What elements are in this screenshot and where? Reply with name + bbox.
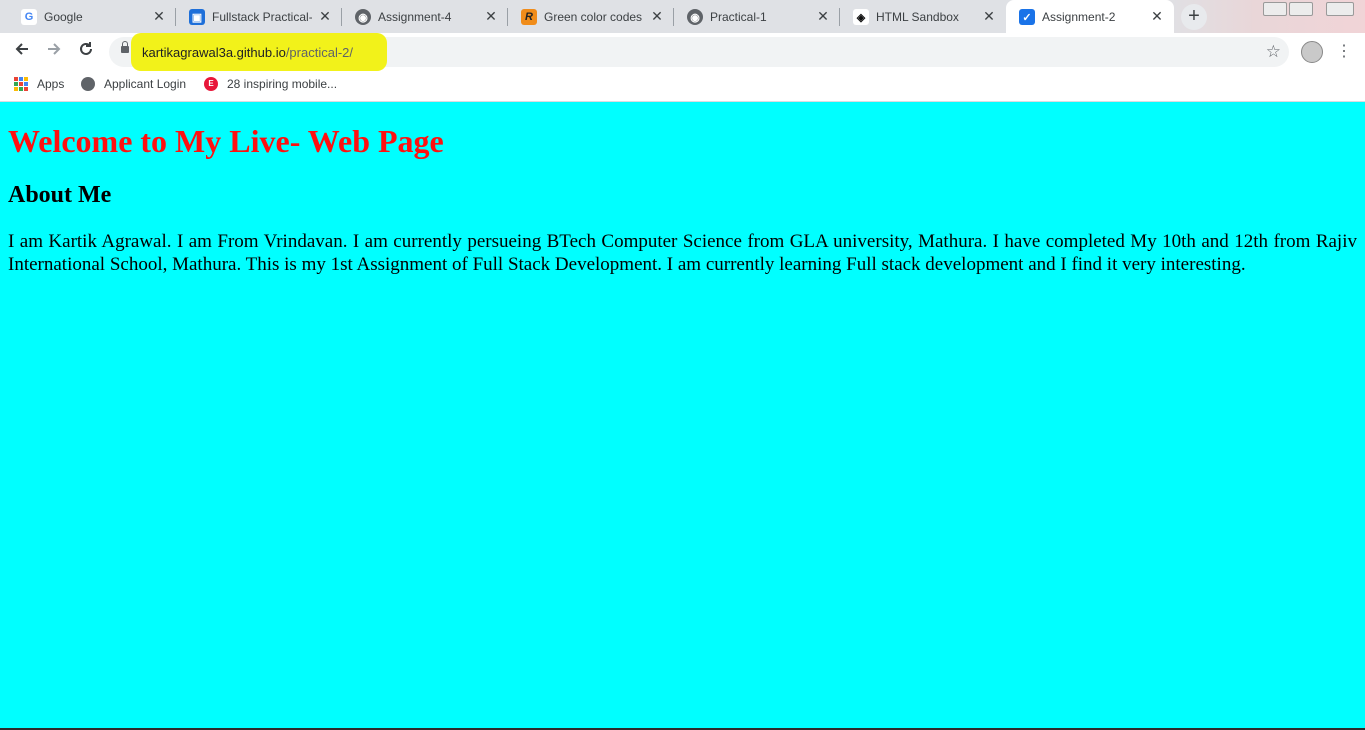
restore-button[interactable] — [1289, 2, 1313, 16]
classroom-icon: ▣ — [189, 9, 205, 25]
tab-title: Assignment-4 — [378, 10, 452, 24]
close-icon[interactable]: ✕ — [151, 8, 167, 24]
close-icon[interactable]: ✕ — [1149, 8, 1165, 24]
url-path: /practical-2/ — [285, 45, 354, 60]
globe-icon: ◉ — [355, 9, 371, 25]
close-window-button[interactable] — [1326, 2, 1354, 16]
web-page-content: Welcome to My Live- Web Page About Me I … — [0, 102, 1365, 728]
tab-title: Practical-1 — [710, 10, 767, 24]
bookmark-applicant-login[interactable]: Applicant Login — [81, 77, 186, 91]
globe-icon — [81, 77, 95, 91]
new-tab-button[interactable]: + — [1181, 4, 1207, 30]
close-icon[interactable]: ✕ — [815, 8, 831, 24]
minimize-button[interactable] — [1263, 2, 1287, 16]
e-logo-icon: E — [204, 77, 218, 91]
tab-practical-1[interactable]: ◉ Practical-1 ✕ — [674, 0, 840, 33]
google-icon: G — [21, 9, 37, 25]
close-icon[interactable]: ✕ — [483, 8, 499, 24]
forward-button[interactable] — [41, 39, 67, 65]
address-bar[interactable]: kartikagrawal3a.github.io/practical-2/ ☆ — [109, 33, 1289, 71]
page-subheading: About Me — [8, 182, 112, 208]
codepen-icon: ◈ — [853, 9, 869, 25]
page-icon: ✓ — [1019, 9, 1035, 25]
reload-button[interactable] — [73, 39, 99, 65]
reload-icon — [80, 42, 92, 55]
lock-icon[interactable] — [121, 41, 129, 53]
bookmark-label: Applicant Login — [104, 77, 187, 91]
close-icon[interactable]: ✕ — [981, 8, 997, 24]
toolbar: kartikagrawal3a.github.io/practical-2/ ☆… — [0, 33, 1365, 71]
url-text[interactable]: kartikagrawal3a.github.io/practical-2/ — [142, 45, 353, 60]
bookmark-label: Apps — [37, 77, 65, 91]
tab-assignment-2[interactable]: ✓ Assignment-2 ✕ — [1006, 0, 1174, 33]
bookmark-28-inspiring-mobile[interactable]: E 28 inspiring mobile... — [204, 77, 337, 91]
tab-title: Fullstack Practical-4 — [212, 10, 312, 24]
globe-icon: ◉ — [687, 9, 703, 25]
tab-html-sandbox[interactable]: ◈ HTML Sandbox ✕ — [840, 0, 1006, 33]
arrow-left-icon — [15, 43, 28, 55]
tab-title: Green color codes — [544, 10, 643, 24]
close-icon[interactable]: ✕ — [649, 8, 665, 24]
tab-green-color-codes[interactable]: R Green color codes ✕ — [508, 0, 674, 33]
r-logo-icon: R — [521, 9, 537, 25]
apps-grid-icon — [14, 77, 28, 91]
bookmark-star-icon[interactable]: ☆ — [1266, 42, 1281, 62]
page-heading: Welcome to My Live- Web Page — [8, 123, 444, 159]
tab-title: Google — [44, 10, 83, 24]
bookmark-label: 28 inspiring mobile... — [227, 77, 338, 91]
tab-assignment-4[interactable]: ◉ Assignment-4 ✕ — [342, 0, 508, 33]
tab-strip: G Google ✕ ▣ Fullstack Practical-4 ✕ ◉ A… — [0, 0, 1365, 33]
back-button[interactable] — [9, 39, 35, 65]
tab-title: HTML Sandbox — [876, 10, 959, 24]
about-paragraph: I am Kartik Agrawal. I am From Vrindavan… — [8, 231, 1357, 275]
profile-avatar[interactable] — [1301, 41, 1323, 63]
arrow-right-icon — [48, 43, 61, 55]
tab-title: Assignment-2 — [1042, 10, 1116, 24]
more-menu-icon[interactable]: ⋮ — [1336, 41, 1352, 63]
tab-google[interactable]: G Google ✕ — [8, 0, 176, 33]
tab-fullstack-practical-4[interactable]: ▣ Fullstack Practical-4 ✕ — [176, 0, 342, 33]
bookmarks-bar: Apps Applicant Login E 28 inspiring mobi… — [0, 71, 1365, 102]
url-host: kartikagrawal3a.github.io — [142, 45, 286, 60]
close-icon[interactable]: ✕ — [317, 8, 333, 24]
bookmark-apps[interactable]: Apps — [14, 77, 64, 91]
